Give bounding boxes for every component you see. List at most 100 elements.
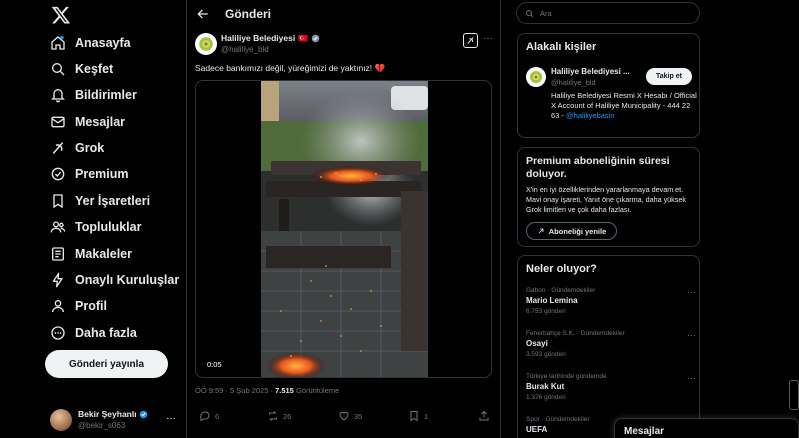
bookmark-count: 1 <box>424 411 429 421</box>
post-meta: ÖÖ 9:59 · 5 Şub 2025 · 7.515 Görüntüleme <box>195 386 339 395</box>
trends-card: Neler oluyor? Gabon · Gündemdekiler Mari… <box>517 255 700 438</box>
trend-count: 3.593 gönderi <box>526 351 566 358</box>
bookmark-button[interactable]: 1 <box>408 410 428 422</box>
nav-item-home[interactable]: Anasayfa <box>50 31 131 55</box>
flag-emoji: 🇹🇷 <box>298 33 309 43</box>
trend-item[interactable]: Türkiye tarihinde gündemde Burak Kut 1.3… <box>526 373 696 401</box>
nav-item-communities[interactable]: Topluluklar <box>50 215 141 239</box>
arrow-up-right-icon <box>538 228 544 234</box>
share-button[interactable] <box>478 410 490 422</box>
trend-count: 1.376 gönderi <box>526 394 566 401</box>
nav-item-profile[interactable]: Profil <box>50 294 107 318</box>
more-horizontal-icon[interactable]: ··· <box>687 287 696 297</box>
related-bio-link[interactable]: @haliliyebasin <box>566 111 614 120</box>
avatar <box>50 409 72 431</box>
search-icon <box>526 9 534 17</box>
reply-count: 6 <box>215 411 220 421</box>
grok-icon <box>52 142 64 154</box>
search-placeholder: Ara <box>540 8 552 18</box>
author-name[interactable]: Haliliye Belediyesi 🇹🇷 <box>221 33 320 43</box>
nav-label: Daha fazla <box>75 326 137 340</box>
nav-label: Profil <box>75 299 107 313</box>
renew-subscription-button[interactable]: Aboneliği yenile <box>526 222 617 240</box>
post-time[interactable]: ÖÖ 9:59 · 5 Şub 2025 · <box>195 386 273 395</box>
repost-count: 26 <box>283 411 292 421</box>
post-actions: 6 26 35 1 <box>187 410 502 428</box>
premium-card: Premium aboneliğinin süresi doluyor. X'i… <box>517 147 700 247</box>
account-switcher[interactable]: Bekir Şeyhanlı @bekir_s063 ··· <box>50 405 182 435</box>
follow-button[interactable]: Takip et <box>646 68 692 85</box>
more-horizontal-icon[interactable]: ··· <box>483 33 493 44</box>
bookmark-icon <box>410 411 418 422</box>
nav-label: Anasayfa <box>75 36 131 50</box>
profile-icon <box>52 300 64 313</box>
account-handle: @bekir_s063 <box>78 421 126 430</box>
nav-label: Premium <box>75 167 129 181</box>
nav-item-bookmarks[interactable]: Yer İşaretleri <box>50 189 150 213</box>
trend-name: Burak Kut <box>526 382 565 391</box>
related-people-card: Alakalı kişiler Haliliye Belediyesi ... … <box>517 33 700 138</box>
repost-button[interactable]: 26 <box>267 410 291 422</box>
related-people-title: Alakalı kişiler <box>526 41 597 53</box>
video-timestamp: 0:05 <box>207 360 222 369</box>
nav-item-notifications[interactable]: Bildirimler <box>50 83 137 107</box>
page-title: Gönderi <box>225 7 272 21</box>
x-logo-icon[interactable] <box>51 5 71 25</box>
reply-icon <box>200 411 210 422</box>
back-arrow-icon[interactable] <box>196 7 210 21</box>
bell-icon <box>51 89 65 103</box>
related-name-text: Haliliye Belediyesi ... <box>551 67 630 76</box>
bookmark-icon <box>53 194 63 209</box>
nav-item-articles[interactable]: Makaleler <box>50 242 132 266</box>
more-horizontal-icon[interactable]: ··· <box>166 413 176 424</box>
grok-explain-button[interactable] <box>463 33 478 48</box>
nav-label: Mesajlar <box>75 115 126 129</box>
grok-icon <box>467 37 474 44</box>
author-handle[interactable]: @haliliye_bld <box>221 45 269 54</box>
like-button[interactable]: 35 <box>338 410 362 422</box>
trends-title: Neler oluyor? <box>526 263 597 275</box>
nav-item-grok[interactable]: Grok <box>50 136 104 160</box>
premium-title: Premium aboneliğinin süresi doluyor. <box>526 155 670 180</box>
related-avatar[interactable] <box>526 67 546 87</box>
trend-name: Mario Lemina <box>526 296 578 305</box>
trend-context: Gabon · Gündemdekiler <box>526 287 596 294</box>
nav-item-messages[interactable]: Mesajlar <box>50 110 125 134</box>
nav-item-premium[interactable]: Premium <box>50 162 129 186</box>
nav-label: Keşfet <box>75 62 114 76</box>
post-button[interactable]: Gönderi yayınla <box>45 350 168 378</box>
reply-button[interactable]: 6 <box>199 410 219 422</box>
nav-item-more[interactable]: Daha fazla <box>50 321 137 345</box>
trend-context: Türkiye tarihinde gündemde <box>526 373 607 380</box>
related-bio: Haliliye Belediyesi Resmi X Hesabı / Off… <box>551 91 697 121</box>
haliliye-logo-icon <box>530 71 542 83</box>
left-nav: Anasayfa Keşfet Bildirimler Mesajlar Gro… <box>0 0 186 438</box>
scrollbar-thumb[interactable] <box>789 380 799 410</box>
trend-name: Osayi <box>526 339 548 348</box>
nav-item-explore[interactable]: Keşfet <box>50 57 113 81</box>
home-icon <box>51 36 65 50</box>
more-horizontal-icon[interactable]: ··· <box>687 373 696 383</box>
communities-icon <box>50 221 66 233</box>
haliliye-logo-icon <box>199 37 213 51</box>
nav-label: Onaylı Kuruluşlar <box>75 273 180 287</box>
author-avatar[interactable] <box>195 33 217 55</box>
post-detail: Gönderi Haliliye Belediyesi 🇹🇷 @haliliye… <box>186 0 501 438</box>
nav-item-verified-orgs[interactable]: Onaylı Kuruluşlar <box>50 268 179 292</box>
like-count: 35 <box>354 411 363 421</box>
right-sidebar: Ara Alakalı kişiler Haliliye Belediyesi … <box>512 0 702 438</box>
video-player[interactable]: 0:05 <box>195 80 492 378</box>
related-handle[interactable]: @haliliye_bld <box>551 78 596 87</box>
trend-count: 6.753 gönderi <box>526 308 566 315</box>
search-input[interactable]: Ara <box>516 2 700 24</box>
messages-drawer[interactable]: Mesajlar <box>614 418 799 438</box>
view-count: 7.515 <box>275 386 294 395</box>
trend-item[interactable]: Fenerbahçe S.K. · Gündemdekiler Osayi 3.… <box>526 330 696 358</box>
related-name[interactable]: Haliliye Belediyesi ... <box>551 67 630 76</box>
account-name: Bekir Şeyhanlı <box>78 409 148 420</box>
articles-icon <box>52 247 64 261</box>
view-count-label: Görüntüleme <box>295 386 340 395</box>
trend-item[interactable]: Gabon · Gündemdekiler Mario Lemina 6.753… <box>526 287 696 315</box>
video-frame[interactable] <box>261 81 428 377</box>
more-horizontal-icon[interactable]: ··· <box>687 330 696 340</box>
